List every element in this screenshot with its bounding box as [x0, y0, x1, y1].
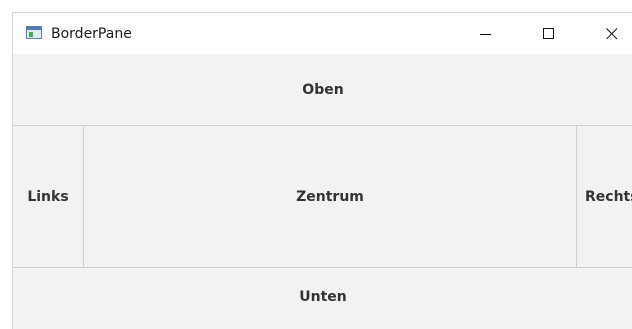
region-top: Oben	[13, 54, 632, 126]
maximize-icon	[543, 27, 554, 39]
region-top-label: Oben	[302, 81, 344, 98]
close-icon	[606, 27, 618, 39]
region-center: Zentrum	[84, 126, 576, 267]
app-window-icon	[26, 26, 42, 39]
region-right-label: Rechts	[585, 188, 632, 205]
window-title: BorderPane	[51, 26, 132, 42]
region-center-label: Zentrum	[296, 188, 364, 205]
borderpane-window: BorderPane Oben Links Zentrum Rechts	[12, 12, 632, 329]
region-bottom: Unten	[13, 267, 632, 329]
region-bottom-label: Unten	[299, 289, 347, 305]
region-left: Links	[13, 126, 84, 267]
minimize-icon	[480, 33, 491, 35]
maximize-button[interactable]	[526, 13, 572, 54]
region-right: Rechts	[576, 126, 632, 267]
title-bar[interactable]: BorderPane	[13, 13, 632, 54]
minimize-button[interactable]	[463, 13, 509, 54]
close-button[interactable]	[589, 13, 632, 54]
region-left-label: Links	[27, 188, 69, 205]
